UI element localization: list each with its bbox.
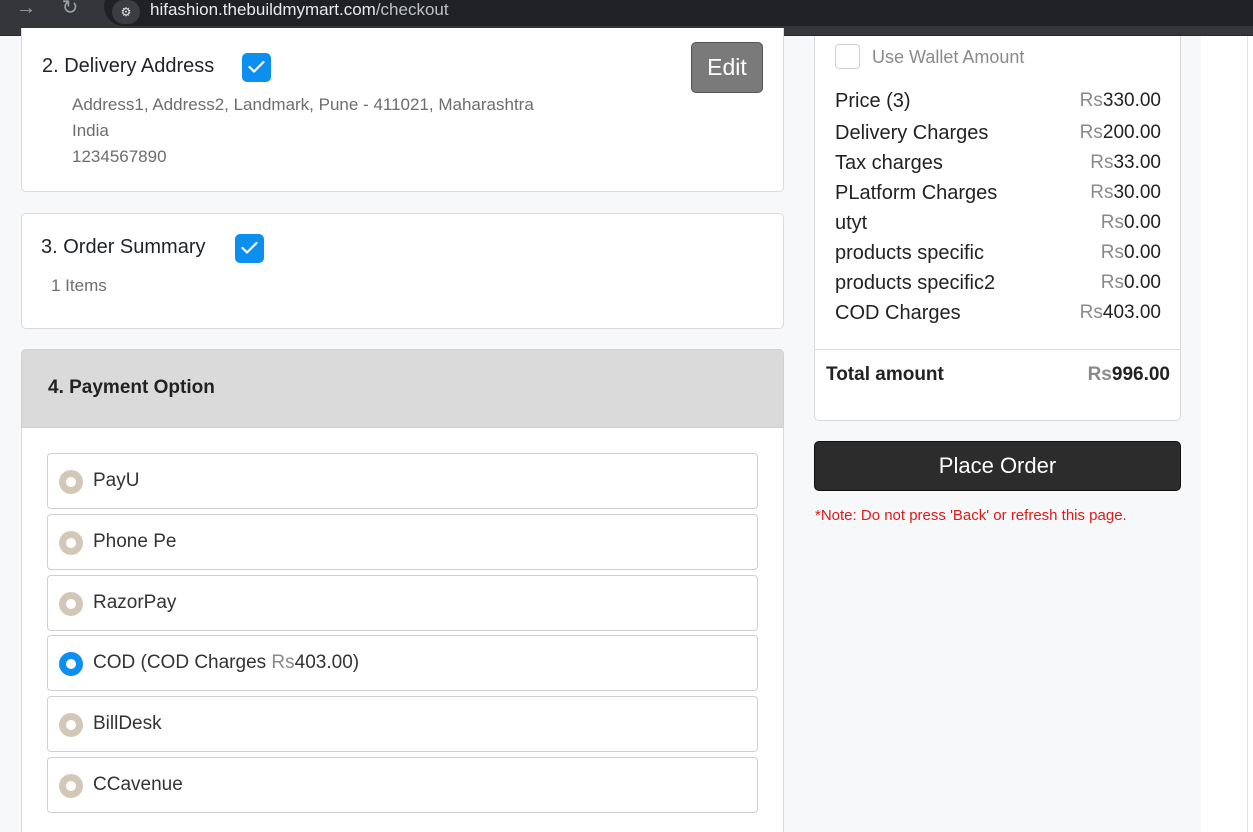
payment-option-label: BillDesk xyxy=(93,713,162,734)
price-row-value: Rs403.00 xyxy=(1079,302,1161,323)
payment-option-label: CCavenue xyxy=(93,774,183,795)
price-row-value: Rs330.00 xyxy=(1079,90,1161,111)
price-row-label: utyt xyxy=(835,212,868,234)
total-amount-value: Rs996.00 xyxy=(1087,364,1170,385)
products-specific-row: products specific Rs0.00 xyxy=(835,242,1161,272)
order-summary-check-icon xyxy=(235,234,264,263)
delivery-complete-check-icon xyxy=(242,53,271,82)
price-row-value: Rs0.00 xyxy=(1100,212,1161,233)
delivery-address-title: 2. Delivery Address xyxy=(42,55,215,77)
payment-option-ccavenue[interactable]: CCavenue xyxy=(47,757,758,813)
site-settings-icon[interactable]: ⚙ xyxy=(112,0,140,24)
price-row-value: Rs0.00 xyxy=(1100,272,1161,293)
price-row-label: Delivery Charges xyxy=(835,122,989,144)
payment-option-cod[interactable]: COD (COD Charges Rs403.00) xyxy=(47,635,758,691)
payment-option-payu[interactable]: PayU xyxy=(47,453,758,509)
payment-option-title: 4. Payment Option xyxy=(48,377,215,398)
use-wallet-checkbox[interactable] xyxy=(835,44,860,69)
price-row-label: Tax charges xyxy=(835,152,943,174)
price-row-value: Rs30.00 xyxy=(1090,182,1161,203)
edit-address-button[interactable]: Edit xyxy=(691,42,763,93)
radio-unselected-icon[interactable] xyxy=(59,470,83,494)
payment-option-label: Phone Pe xyxy=(93,531,177,552)
address-bar[interactable]: ⚙ hifashion.thebuildmymart.com/checkout xyxy=(104,0,1253,26)
delivery-charges-row: Delivery Charges Rs200.00 xyxy=(835,122,1161,152)
price-row-value: Rs33.00 xyxy=(1090,152,1161,173)
payment-option-phonepe[interactable]: Phone Pe xyxy=(47,514,758,570)
price-row-label: Price (3) xyxy=(835,90,911,112)
products-specific2-row: products specific2 Rs0.00 xyxy=(835,272,1161,302)
address-line: Address1, Address2, Landmark, Pune - 411… xyxy=(72,95,534,114)
price-row-value: Rs200.00 xyxy=(1079,122,1161,143)
utyt-row: utyt Rs0.00 xyxy=(835,212,1161,242)
price-row-label: COD Charges xyxy=(835,302,961,324)
price-row: Price (3) Rs330.00 xyxy=(835,90,1161,120)
cod-charges-row: COD Charges Rs403.00 xyxy=(835,302,1161,332)
payment-option-label: PayU xyxy=(93,470,140,491)
url-text[interactable]: hifashion.thebuildmymart.com/checkout xyxy=(150,0,449,20)
radio-unselected-icon[interactable] xyxy=(59,774,83,798)
total-amount-label: Total amount xyxy=(826,364,944,385)
place-order-button[interactable]: Place Order xyxy=(814,441,1181,491)
summary-divider xyxy=(815,349,1180,350)
radio-unselected-icon[interactable] xyxy=(59,531,83,555)
order-summary-card xyxy=(21,213,784,329)
use-wallet-label: Use Wallet Amount xyxy=(872,47,1025,67)
order-items-count: 1 Items xyxy=(51,276,107,295)
radio-selected-icon[interactable] xyxy=(59,652,83,676)
payment-option-label: RazorPay xyxy=(93,592,177,613)
platform-charges-row: PLatform Charges Rs30.00 xyxy=(835,182,1161,212)
checkout-warning-note: *Note: Do not press 'Back' or refresh th… xyxy=(815,507,1127,524)
radio-unselected-icon[interactable] xyxy=(59,592,83,616)
forward-arrow-icon[interactable]: → xyxy=(14,0,38,18)
price-row-value: Rs0.00 xyxy=(1100,242,1161,263)
payment-option-header: 4. Payment Option xyxy=(21,349,784,428)
radio-unselected-icon[interactable] xyxy=(59,713,83,737)
tax-charges-row: Tax charges Rs33.00 xyxy=(835,152,1161,182)
reload-icon[interactable]: ↻ xyxy=(58,0,82,18)
order-summary-title: 3. Order Summary xyxy=(41,236,206,258)
payment-option-billdesk[interactable]: BillDesk xyxy=(47,696,758,752)
address-phone: 1234567890 xyxy=(72,147,167,166)
address-country: India xyxy=(72,121,109,140)
price-row-label: products specific2 xyxy=(835,272,996,294)
payment-option-razorpay[interactable]: RazorPay xyxy=(47,575,758,631)
price-row-label: PLatform Charges xyxy=(835,182,998,204)
payment-option-label: COD (COD Charges Rs403.00) xyxy=(93,652,360,673)
price-row-label: products specific xyxy=(835,242,984,264)
scrollbar-track[interactable] xyxy=(1247,36,1253,832)
page-margin xyxy=(1201,36,1253,832)
